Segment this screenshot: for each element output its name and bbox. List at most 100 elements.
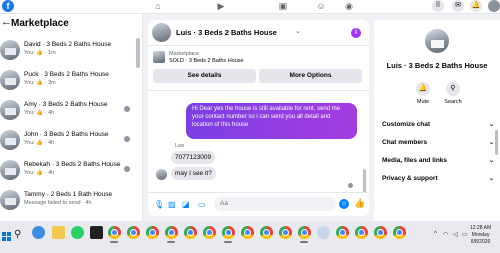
conversation-preview: You: 👍 · 4h — [24, 170, 55, 176]
wifi-icon[interactable]: ◠ — [443, 231, 448, 238]
sidebar-header: ← Marketplace — [0, 16, 142, 32]
incoming-message[interactable]: 7077123009 — [171, 151, 216, 164]
file-explorer-icon[interactable] — [52, 226, 65, 239]
incoming-message[interactable]: may I see it? — [171, 167, 216, 180]
chat-scrollbar[interactable] — [363, 169, 366, 193]
active-app-indicator — [300, 241, 308, 243]
chat-window: Luis · 3 Beds 2 Baths House ⌄ i Marketpl… — [148, 20, 369, 216]
battery-icon[interactable]: ▭ — [462, 231, 468, 238]
chrome-icon[interactable] — [146, 226, 159, 239]
seen-avatar — [124, 166, 130, 172]
top-navigation-bar: f ⌂ ▶ ▣ ☺ ◉ ⠿ ✉ 🔔 — [0, 0, 500, 14]
chrome-icon[interactable] — [184, 226, 197, 239]
chat-avatar[interactable] — [152, 23, 171, 42]
search-button[interactable]: ⚲ Search — [438, 82, 468, 105]
media-files-links-section[interactable]: Media, files and links ⌄ — [382, 157, 496, 169]
conversation-item-tammy[interactable]: Tammy · 2 Beds 1 Bath House Message fail… — [0, 189, 136, 217]
groups-icon[interactable]: ☺ — [315, 1, 327, 11]
marketplace-label: Marketplace — [169, 51, 199, 57]
listing-thumbnail — [0, 70, 20, 90]
marketplace-icon[interactable]: ▣ — [277, 1, 289, 11]
conversation-name: Rebekah · 3 Beds 2 Baths House — [24, 161, 121, 168]
chrome-icon[interactable] — [108, 226, 121, 239]
chevron-down-icon: ⌄ — [488, 176, 494, 182]
sidebar-scrollbar[interactable] — [136, 38, 140, 68]
active-app-indicator — [224, 241, 232, 243]
folder-icon[interactable] — [317, 226, 330, 239]
chrome-icon[interactable] — [298, 226, 311, 239]
messenger-icon[interactable]: ✉ — [452, 0, 464, 12]
mute-label: Mute — [416, 99, 430, 105]
taskbar-clock[interactable]: 12:28 AM Monday 8/8/2026 — [470, 225, 491, 246]
section-label: Customize chat — [382, 121, 431, 128]
image-icon[interactable]: ▨ — [168, 200, 176, 209]
bell-icon[interactable]: 🔔 — [470, 0, 482, 12]
conversation-avatar[interactable] — [425, 29, 449, 53]
message-input[interactable] — [214, 197, 336, 211]
chrome-icon[interactable] — [336, 226, 349, 239]
chat-title[interactable]: Luis · 3 Beds 2 Baths House — [176, 28, 277, 37]
chevron-up-icon[interactable]: ^ — [434, 231, 437, 237]
marketplace-sidebar: ← Marketplace David · 3 Beds 2 Baths Hou… — [0, 14, 143, 221]
chrome-icon[interactable] — [241, 226, 254, 239]
sticker-icon[interactable]: ◪ — [182, 200, 190, 209]
chat-members-section[interactable]: Chat members ⌄ — [382, 139, 496, 151]
page-scrollbar[interactable] — [495, 130, 498, 155]
message-list: Hi Dear yes the house is still available… — [148, 90, 369, 193]
home-icon[interactable]: ⌂ — [152, 1, 164, 11]
conversation-item-puck[interactable]: Puck · 3 Beds 2 Baths House You: 👍 · 3m — [0, 69, 136, 97]
conversation-preview: You: 👍 · 3m — [24, 80, 56, 86]
privacy-support-section[interactable]: Privacy & support ⌄ — [382, 175, 496, 187]
info-icon[interactable]: i — [351, 28, 361, 38]
chrome-icon[interactable] — [260, 226, 273, 239]
conversation-name: John · 3 Beds 2 Baths House — [24, 131, 109, 138]
active-app-indicator — [110, 241, 118, 243]
chrome-icon[interactable] — [127, 226, 140, 239]
conversation-name: Amy · 3 Beds 2 Baths House — [24, 101, 108, 108]
video-icon[interactable]: ▶ — [215, 1, 227, 11]
edge-icon[interactable] — [32, 226, 45, 239]
conversation-preview: You: 👍 · 4h — [24, 110, 55, 116]
chrome-icon[interactable] — [374, 226, 387, 239]
speaker-icon[interactable]: ◁ — [453, 231, 458, 238]
chrome-icon[interactable] — [393, 226, 406, 239]
conversation-preview: Message failed to send · 4h — [24, 200, 92, 206]
customize-chat-section[interactable]: Customize chat ⌄ — [382, 121, 496, 133]
more-options-button[interactable]: More Options — [259, 69, 362, 83]
conversation-item-amy[interactable]: Amy · 3 Beds 2 Baths House You: 👍 · 4h — [0, 99, 136, 127]
conversation-item-david[interactable]: David · 3 Beds 2 Baths House You: 👍 · 1m — [0, 39, 136, 67]
like-icon[interactable]: 👍 — [354, 198, 365, 209]
active-app-indicator — [167, 241, 175, 243]
conversation-details-panel: Luis · 3 Beds 2 Baths House 🔔 Mute ⚲ Sea… — [374, 20, 500, 221]
facebook-logo-icon[interactable]: f — [2, 0, 14, 12]
microphone-icon[interactable]: 🎙 — [154, 200, 164, 209]
mute-button[interactable]: 🔔 Mute — [408, 82, 438, 105]
search-label: Search — [444, 99, 462, 105]
whatsapp-icon[interactable] — [71, 226, 84, 239]
conversation-item-john[interactable]: John · 3 Beds 2 Baths House You: 👍 · 4h — [0, 129, 136, 157]
chrome-icon[interactable] — [203, 226, 216, 239]
listing-thumbnail — [0, 40, 20, 60]
gif-icon[interactable]: ▭ — [198, 200, 206, 209]
profile-icon[interactable] — [488, 0, 500, 12]
chrome-icon[interactable] — [279, 226, 292, 239]
terminal-icon[interactable] — [90, 226, 103, 239]
bell-icon: 🔔 — [416, 82, 430, 96]
gaming-icon[interactable]: ◉ — [343, 1, 355, 11]
emoji-icon[interactable]: ☺ — [339, 199, 349, 209]
conversation-name: David · 3 Beds 2 Baths House — [24, 41, 112, 48]
see-details-button[interactable]: See details — [153, 69, 256, 83]
outgoing-message[interactable]: Hi Dear yes the house is still available… — [186, 103, 357, 139]
windows-start-icon[interactable] — [2, 232, 12, 242]
chrome-icon[interactable] — [165, 226, 178, 239]
clock-date: 8/8/2026 — [470, 239, 491, 245]
menu-grid-icon[interactable]: ⠿ — [432, 0, 444, 12]
conversation-item-rebekah[interactable]: Rebekah · 3 Beds 2 Baths House You: 👍 · … — [0, 159, 136, 187]
sidebar-title: Marketplace — [11, 18, 69, 29]
chevron-down-icon[interactable]: ⌄ — [295, 27, 301, 35]
chrome-icon[interactable] — [355, 226, 368, 239]
sender-avatar[interactable] — [156, 169, 167, 180]
search-icon[interactable]: ⚲ — [14, 229, 21, 240]
seen-avatar — [124, 106, 130, 112]
chrome-icon[interactable] — [222, 226, 235, 239]
